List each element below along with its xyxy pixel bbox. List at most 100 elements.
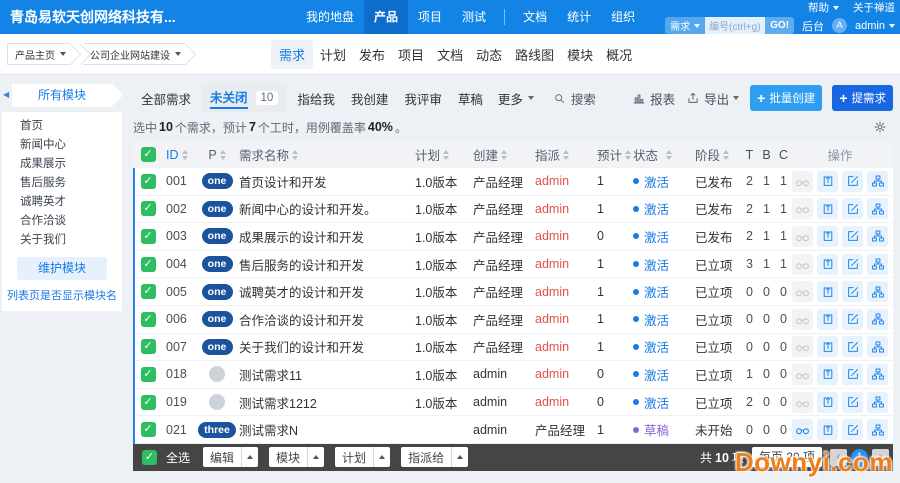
tab-dynamic[interactable]: 动态 (470, 40, 508, 69)
edit-button[interactable] (842, 336, 863, 357)
review-button[interactable] (792, 392, 813, 413)
show-module-name-link[interactable]: 列表页是否显示模块名 (2, 287, 122, 303)
batch-create-button[interactable]: +批量创建 (750, 85, 822, 111)
review-button[interactable] (792, 309, 813, 330)
change-button[interactable] (817, 171, 838, 192)
subdivide-button[interactable] (867, 309, 888, 330)
row-checkbox[interactable] (141, 395, 156, 410)
edit-button[interactable] (842, 281, 863, 302)
edit-button[interactable] (842, 226, 863, 247)
story-plan[interactable]: 1.0版本 (415, 199, 473, 218)
column-header-bug[interactable]: B (758, 148, 775, 162)
subdivide-button[interactable] (867, 226, 888, 247)
breadcrumb-product-home[interactable]: 产品主页 (7, 43, 70, 65)
nav-test[interactable]: 测试 (452, 0, 496, 34)
filter-reviewed-by-me[interactable]: 我评审 (396, 84, 450, 113)
subdivide-button[interactable] (867, 419, 888, 440)
tab-plan[interactable]: 计划 (314, 40, 352, 69)
subdivide-button[interactable] (867, 364, 888, 385)
story-plan[interactable]: 1.0版本 (415, 227, 473, 246)
change-button[interactable] (817, 309, 838, 330)
story-plan[interactable]: 1.0版本 (415, 365, 473, 384)
sidebar-item-aboutus[interactable]: 关于我们 (2, 231, 122, 250)
sidebar-header[interactable]: 所有模块 (12, 84, 112, 107)
sidebar-item-achievements[interactable]: 成果展示 (2, 155, 122, 174)
avatar[interactable]: A (832, 18, 847, 33)
edit-button[interactable] (842, 419, 863, 440)
filter-unclosed[interactable]: 未关闭 10 (201, 83, 287, 113)
batch-plan-button[interactable]: 计划 (335, 447, 390, 467)
sidebar-item-recruit[interactable]: 诚聘英才 (2, 193, 122, 212)
batch-assign-button[interactable]: 指派给 (401, 447, 468, 467)
edit-button[interactable] (842, 171, 863, 192)
change-button[interactable] (817, 281, 838, 302)
story-name[interactable]: 测试需求1212 (237, 393, 415, 412)
row-checkbox[interactable] (141, 174, 156, 189)
story-name[interactable]: 新闻中心的设计和开发。 (237, 199, 415, 218)
story-plan[interactable]: 1.0版本 (415, 172, 473, 191)
search-input[interactable]: 编号(ctrl+g) (705, 17, 765, 34)
select-all-checkbox[interactable] (141, 147, 156, 162)
column-header-status[interactable]: 状态 (633, 145, 695, 164)
row-checkbox[interactable] (141, 257, 156, 272)
filter-more-menu[interactable]: 更多 (491, 84, 541, 113)
edit-button[interactable] (842, 198, 863, 219)
filter-assigned-to-me[interactable]: 指给我 (289, 84, 343, 113)
filter-all[interactable]: 全部需求 (133, 84, 199, 113)
row-checkbox[interactable] (141, 229, 156, 244)
edit-button[interactable] (842, 254, 863, 275)
column-header-assign[interactable]: 指派 (535, 145, 591, 164)
report-button[interactable]: 报表 (632, 89, 675, 108)
filter-draft[interactable]: 草稿 (450, 84, 491, 113)
story-name[interactable]: 关于我们的设计和开发 (237, 337, 415, 356)
review-button[interactable] (792, 336, 813, 357)
story-plan[interactable]: 1.0版本 (415, 310, 473, 329)
tab-story[interactable]: 需求 (271, 40, 313, 69)
nav-stats[interactable]: 统计 (557, 0, 601, 34)
admin-console-link[interactable]: 后台 (802, 18, 824, 34)
column-header-create[interactable]: 创建 (473, 145, 535, 164)
change-button[interactable] (817, 254, 838, 275)
nav-my-space[interactable]: 我的地盘 (296, 0, 364, 34)
nav-org[interactable]: 组织 (601, 0, 645, 34)
tab-roadmap[interactable]: 路线图 (509, 40, 560, 69)
nav-doc[interactable]: 文档 (513, 0, 557, 34)
tab-module[interactable]: 模块 (561, 40, 599, 69)
story-name[interactable]: 合作洽谈的设计和开发 (237, 310, 415, 329)
story-plan[interactable]: 1.0版本 (415, 337, 473, 356)
column-header-stage[interactable]: 阶段 (695, 145, 741, 164)
change-button[interactable] (817, 198, 838, 219)
column-header-task[interactable]: T (741, 148, 758, 162)
change-button[interactable] (817, 226, 838, 247)
batch-edit-button[interactable]: 编辑 (203, 447, 258, 467)
filter-opened-by-me[interactable]: 我创建 (343, 84, 397, 113)
column-header-estimate[interactable]: 预计 (591, 145, 633, 164)
user-menu[interactable]: admin (855, 20, 895, 32)
gear-icon[interactable] (873, 120, 887, 134)
tab-release[interactable]: 发布 (353, 40, 391, 69)
story-plan[interactable]: 1.0版本 (415, 255, 473, 274)
subdivide-button[interactable] (867, 281, 888, 302)
nav-project[interactable]: 项目 (408, 0, 452, 34)
edit-button[interactable] (842, 309, 863, 330)
change-button[interactable] (817, 392, 838, 413)
export-menu[interactable]: 导出 (686, 89, 739, 108)
sidebar-item-home[interactable]: 首页 (2, 117, 122, 136)
subdivide-button[interactable] (867, 392, 888, 413)
story-name[interactable]: 测试需求N (237, 420, 415, 439)
subdivide-button[interactable] (867, 198, 888, 219)
story-name[interactable]: 成果展示的设计和开发 (237, 227, 415, 246)
app-title[interactable]: 青岛易软天创网络科技有... (0, 0, 296, 34)
review-button[interactable] (792, 419, 813, 440)
nav-product[interactable]: 产品 (364, 0, 408, 34)
change-button[interactable] (817, 364, 838, 385)
column-header-case[interactable]: C (775, 148, 792, 162)
edit-button[interactable] (842, 364, 863, 385)
select-all-checkbox-footer[interactable] (142, 450, 157, 465)
story-name[interactable]: 测试需求11 (237, 365, 415, 384)
row-checkbox[interactable] (141, 284, 156, 299)
search-type-select[interactable]: 需求 (665, 17, 705, 34)
column-header-name[interactable]: 需求名称 (237, 145, 415, 164)
tab-project[interactable]: 项目 (392, 40, 430, 69)
sidebar-item-cooperation[interactable]: 合作洽谈 (2, 212, 122, 231)
